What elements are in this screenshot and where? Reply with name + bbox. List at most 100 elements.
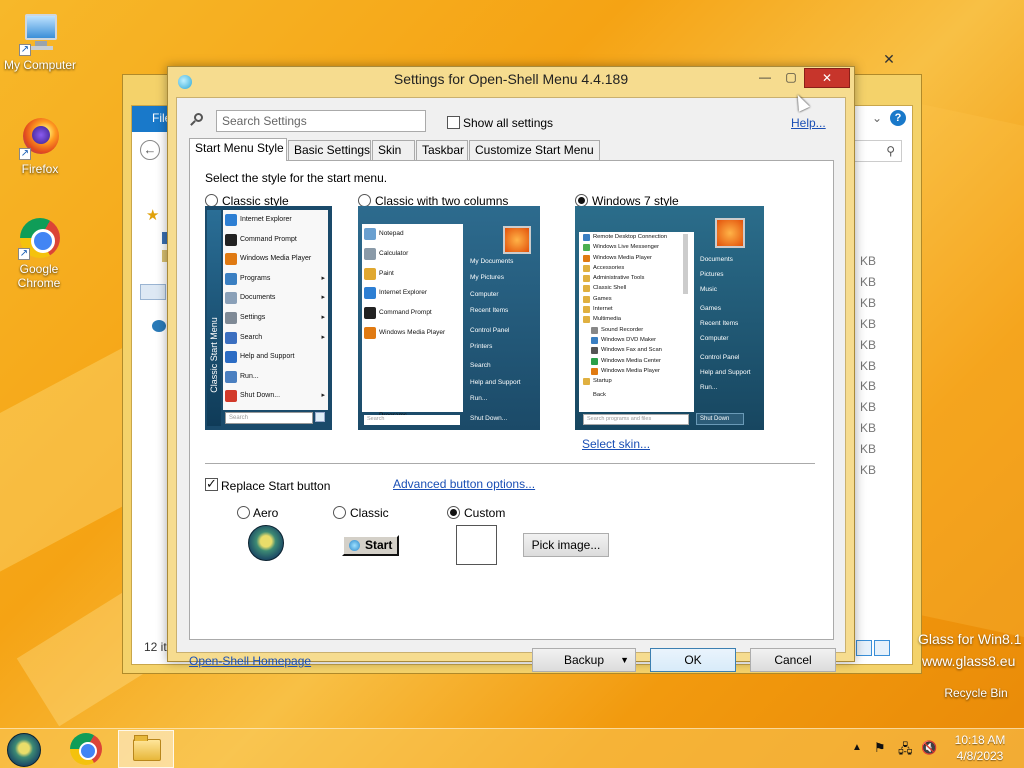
replace-start-button-checkbox[interactable] [205,476,218,492]
classic-button-label[interactable]: Classic [350,506,389,520]
settings-dialog[interactable]: Settings for Open-Shell Menu 4.4.189 — ▢… [167,66,855,672]
file-size-cell: KB [860,274,877,289]
taskbar: ▲ ⚑ 🖧 🔇 10:18 AM 4/8/2023 [0,728,1024,768]
chrome-icon [70,733,102,765]
custom-button-label[interactable]: Custom [464,506,505,520]
watermark-line: www.glass8.eu [922,653,1016,669]
preview-menu-item-label: Windows Media Player [601,367,660,374]
help-icon[interactable]: ? [890,110,906,126]
aero-button-radio[interactable] [237,506,250,519]
preview-menu-item-label: Calculator [379,249,409,257]
preview-menu-item: Games [579,294,694,304]
tab-skin[interactable]: Skin [372,140,415,160]
preview-menu-item-label: Internet Explorer [379,289,428,297]
close-button[interactable]: ✕ [804,68,850,88]
desktop-icon-chrome[interactable]: ↗ Google Chrome [0,214,78,290]
preview-scrollbar [683,234,688,294]
menu-item-icon [583,316,590,324]
advanced-button-options-link[interactable]: Advanced button options... [393,477,535,491]
menu-item-icon [583,306,590,314]
flag-icon[interactable]: ⚑ [874,740,886,756]
tab-taskbar[interactable]: Taskbar [416,140,468,160]
preview-menu-item: Search ▸ [223,328,328,348]
preview-search-box: Search programs and files [583,414,689,425]
show-all-settings-checkbox[interactable] [447,116,460,129]
details-view-icon[interactable] [856,640,872,656]
open-shell-homepage-link[interactable]: Open-Shell Homepage [189,654,311,668]
desktop-icon-recycle-bin[interactable]: Recycle Bin [936,672,1016,700]
submenu-arrow-icon: ▸ [321,333,325,341]
menu-item-icon [225,390,237,403]
help-link[interactable]: Help... [791,116,826,130]
recycle-bin-icon [953,672,999,684]
menu-item-icon [225,272,237,285]
tab-basic-settings[interactable]: Basic Settings [288,140,371,160]
search-icon: ⚲ [886,144,895,158]
preview-right-item: Run... [470,395,488,402]
preview-menu-item-label: Command Prompt [379,309,432,317]
volume-muted-icon[interactable]: 🔇 [921,740,937,756]
submenu-arrow-icon: ▸ [321,313,325,321]
classic-menu-side-label: Classic Start Menu [209,317,219,393]
preview-menu-item-label: Programs [240,274,271,282]
divider [205,463,815,464]
custom-image-preview [456,525,497,565]
watermark-line: Glass for Win8.1 [918,631,1022,647]
tiles-view-icon[interactable] [874,640,890,656]
menu-item-icon [583,275,590,283]
file-size-cell: KB [860,442,877,457]
network-nav-icon[interactable] [152,320,166,332]
taskbar-explorer[interactable] [118,730,174,768]
preview-menu-item-label: Windows Fax and Scan [601,347,662,354]
preview-menu-item-label: Search [240,333,263,341]
windows7-style-preview[interactable]: Remote Desktop Connection Windows Live Me… [575,206,764,430]
preview-menu-item: Internet Explorer [223,210,328,230]
preview-right-item: Documents [700,256,733,263]
menu-item-icon [591,326,598,334]
classic-style-preview[interactable]: Classic Start Menu Internet Explorer Comm… [205,206,332,430]
menu-item-icon [583,234,590,241]
tab-start-menu-style[interactable]: Start Menu Style [189,138,287,161]
this-pc-nav-icon[interactable] [140,284,166,300]
network-icon[interactable]: 🖧 [898,740,913,762]
view-toggle[interactable] [856,640,892,658]
two-columns-style-preview[interactable]: Notepad Calculator Paint Internet Explorer C… [358,206,540,430]
classic-button-radio[interactable] [333,506,346,519]
chevron-down-icon[interactable]: ⌄ [872,111,882,125]
start-button[interactable] [6,733,44,767]
aero-button-label[interactable]: Aero [253,506,278,520]
preview-right-item: Recent Items [700,320,739,327]
ok-button[interactable]: OK [650,648,736,672]
show-hidden-icons-icon[interactable]: ▲ [852,742,862,753]
minimize-button[interactable]: — [752,68,778,88]
custom-button-radio[interactable] [447,506,460,519]
maximize-button[interactable]: ▢ [778,68,804,88]
desktop-icon-firefox[interactable]: ↗ Firefox [0,114,80,176]
preview-menu-item-label: Documents [240,294,276,302]
cancel-button[interactable]: Cancel [750,648,836,672]
taskbar-clock[interactable]: 10:18 AM 4/8/2023 [940,732,1020,764]
backup-button[interactable]: Backup ▼ [532,648,636,672]
preview-menu-item: Paint [362,264,463,284]
dropdown-arrow-icon: ▼ [620,655,629,665]
desktop-icon-my-computer[interactable]: ↗ My Computer [0,10,80,72]
preview-menu-item: Windows DVD Maker [579,335,694,345]
preview-menu-item-label: Classic Shell [593,285,627,292]
file-size-cell: KB [860,358,877,373]
menu-item-icon [225,253,237,266]
preview-menu-item-label: Remote Desktop Connection [593,234,668,240]
preview-menu-item-label: Windows DVD Maker [601,336,657,343]
preview-menu-item-label: Windows Media Player [379,328,446,336]
taskbar-chrome[interactable] [58,730,114,768]
back-arrow-icon[interactable]: ← [140,140,160,160]
start-menu-style-panel: Select the style for the start menu. Cla… [189,160,834,640]
preview-menu-item: Administrative Tools [579,273,694,283]
explorer-close-button[interactable]: ✕ [867,49,911,69]
menu-item-icon [591,347,598,355]
tab-customize-start-menu[interactable]: Customize Start Menu [469,140,600,160]
menu-item-icon [583,244,590,252]
select-skin-link[interactable]: Select skin... [582,437,650,451]
search-input[interactable] [216,110,426,132]
pick-image-button[interactable]: Pick image... [523,533,609,557]
preview-right-item: Pictures [700,271,724,278]
